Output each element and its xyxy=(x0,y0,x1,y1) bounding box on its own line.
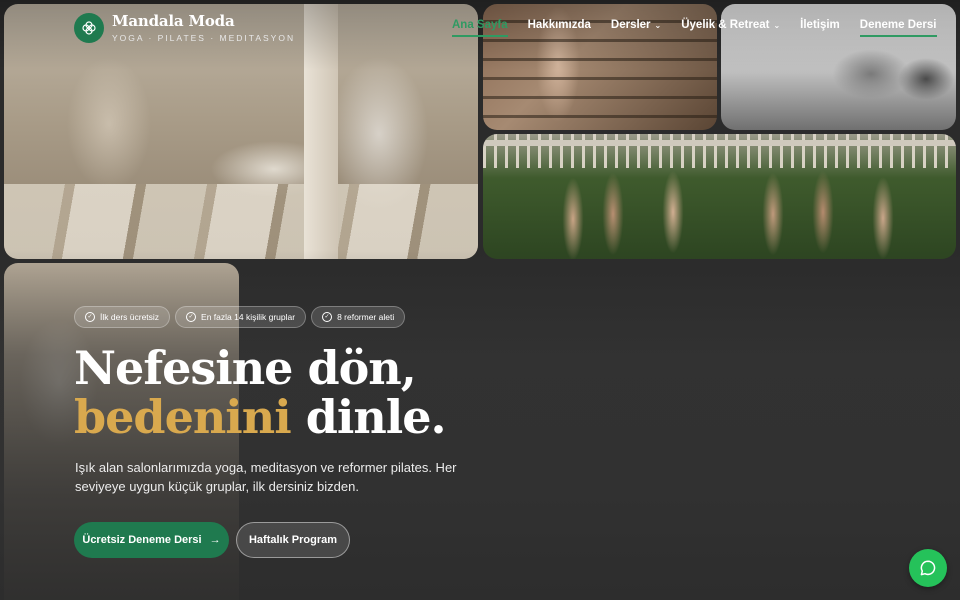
check-circle-icon: ✓ xyxy=(186,312,197,322)
headline-rest: dinle. xyxy=(305,390,447,444)
badge-reformer-count: ✓ 8 reformer aleti xyxy=(311,306,406,328)
nav-cta-label: Deneme Dersi xyxy=(859,19,937,31)
nav-label: Ana Sayfa xyxy=(452,19,508,31)
nav-label: Dersler xyxy=(610,19,651,31)
weekly-schedule-button-label: Haftalık Program xyxy=(248,534,338,546)
chevron-down-icon: ⌄ xyxy=(773,20,781,30)
nav-label: İletişim xyxy=(800,19,840,31)
nav-item-about[interactable]: Hakkımızda xyxy=(528,19,591,31)
badge-label: 8 reformer aleti xyxy=(337,312,395,322)
chat-button[interactable] xyxy=(909,549,947,587)
site-logo[interactable]: Mandala Moda YOGA · PILATES · MEDITASYON xyxy=(74,12,295,43)
nav-label: Hakkımızda xyxy=(527,19,591,31)
main-nav: Ana Sayfa Hakkımızda Dersler ⌄ Üyelik & R… xyxy=(452,19,957,37)
free-trial-button[interactable]: Ücretsiz Deneme Dersi → xyxy=(74,522,229,558)
flower-icon xyxy=(74,12,104,43)
chevron-down-icon: ⌄ xyxy=(654,20,662,30)
nav-item-home[interactable]: Ana Sayfa xyxy=(452,19,508,37)
check-circle-icon: ✓ xyxy=(85,312,95,322)
nav-item-contact[interactable]: İletişim xyxy=(800,19,840,31)
badge-group-size: ✓ En fazla 14 kişilik gruplar xyxy=(175,306,307,328)
nav-label: Üyelik & Retreat xyxy=(681,19,770,31)
arrow-right-icon: → xyxy=(209,534,221,546)
headline-line-1: Nefesine dön, xyxy=(74,341,417,395)
nav-item-classes[interactable]: Dersler ⌄ xyxy=(611,19,661,31)
nav-trial-button[interactable]: Deneme Dersi xyxy=(859,19,937,37)
hero-subtext: Işık alan salonlarımızda yoga, meditasyo… xyxy=(75,460,457,494)
nav-item-membership[interactable]: Üyelik & Retreat ⌄ xyxy=(681,19,780,31)
weekly-schedule-button[interactable]: Haftalık Program xyxy=(236,522,350,558)
hero-badges: ✓ İlk ders ücretsiz ✓ En fazla 14 kişili… xyxy=(74,306,406,328)
hero-photo-outdoor-yoga xyxy=(483,134,956,259)
hero-headline: Nefesine dön, bedenini dinle. xyxy=(74,341,447,444)
brand-name: Mandala Moda xyxy=(112,12,235,30)
badge-label: En fazla 14 kişilik gruplar xyxy=(201,312,296,322)
headline-accent: bedenini xyxy=(74,390,292,444)
check-circle-icon: ✓ xyxy=(322,312,333,322)
chat-bubble-icon xyxy=(920,560,936,576)
badge-first-class-free: ✓ İlk ders ücretsiz xyxy=(74,306,171,328)
badge-label: İlk ders ücretsiz xyxy=(100,312,160,322)
brand-tagline: YOGA · PILATES · MEDITASYON xyxy=(112,33,296,43)
free-trial-button-label: Ücretsiz Deneme Dersi xyxy=(82,534,202,546)
